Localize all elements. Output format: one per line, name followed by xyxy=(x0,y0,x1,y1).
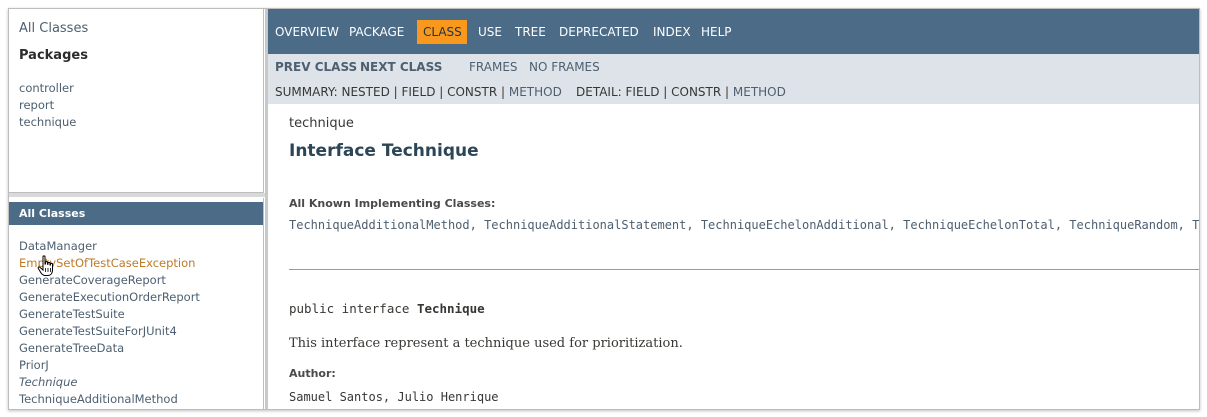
implementing-class-link[interactable]: TechniqueRandom xyxy=(1069,218,1177,232)
nav-package[interactable]: PACKAGE xyxy=(349,25,404,39)
nav-use[interactable]: USE xyxy=(478,25,502,39)
class-link[interactable]: GenerateExecutionOrderReport xyxy=(19,289,200,306)
all-classes-bar: All Classes xyxy=(9,202,263,225)
no-frames-link[interactable]: NO FRAMES xyxy=(529,60,600,74)
left-frames: All Classes Packages controller report t… xyxy=(9,9,265,409)
all-classes-link[interactable]: All Classes xyxy=(19,21,88,36)
class-content: technique Interface Technique All Known … xyxy=(268,104,1199,409)
top-navbar: OVERVIEW PACKAGE CLASS USE TREE DEPRECAT… xyxy=(268,9,1199,54)
implementing-class-link[interactable]: TechniqueEchelonTotal xyxy=(903,218,1055,232)
implementing-class-link[interactable]: TechniqueAdditionalStatement xyxy=(484,218,686,232)
nav-help[interactable]: HELP xyxy=(701,25,732,39)
summary-label: SUMMARY: NESTED | FIELD | CONSTR | xyxy=(275,85,509,99)
interface-declaration: public interface Technique xyxy=(289,301,485,316)
class-frame: OVERVIEW PACKAGE CLASS USE TREE DEPRECAT… xyxy=(268,9,1199,409)
separator: , xyxy=(469,218,485,232)
implementing-class-link[interactable]: TechniqueEchelonAdditional xyxy=(701,218,889,232)
all-classes-bar-title: All Classes xyxy=(19,207,86,220)
class-link[interactable]: DataManager xyxy=(19,238,200,255)
summary-method-link[interactable]: METHOD xyxy=(509,85,562,99)
implementing-classes-list: TechniqueAdditionalMethod, TechniqueAddi… xyxy=(289,216,1199,235)
implementing-classes-label: All Known Implementing Classes: xyxy=(289,197,496,210)
nav-class-label: CLASS xyxy=(423,25,462,39)
packages-frame[interactable]: All Classes Packages controller report t… xyxy=(9,9,264,193)
summary-line: SUMMARY: NESTED | FIELD | CONSTR | METHO… xyxy=(275,85,562,99)
browser-content: All Classes Packages controller report t… xyxy=(8,8,1200,410)
class-link[interactable]: GenerateTestSuiteForJUnit4 xyxy=(19,323,200,340)
author-label: Author: xyxy=(289,367,336,380)
implementing-class-link[interactable]: TechniqueTotalMethod xyxy=(1192,218,1199,232)
packages-heading: Packages xyxy=(19,48,88,63)
nav-deprecated[interactable]: DEPRECATED xyxy=(559,25,639,39)
class-link[interactable]: TechniqueAdditionalMethod xyxy=(19,391,200,408)
declaration-prefix: public interface xyxy=(289,301,417,316)
package-list: controller report technique xyxy=(19,80,76,131)
author-value: Samuel Santos, Julio Henrique xyxy=(289,390,499,404)
package-link-controller[interactable]: controller xyxy=(19,80,76,97)
nav-index[interactable]: INDEX xyxy=(653,25,691,39)
detail-method-link[interactable]: METHOD xyxy=(733,85,786,99)
declaration-name: Technique xyxy=(416,301,485,316)
classes-frame[interactable]: All Classes DataManager EmptySetOfTestCas… xyxy=(9,198,264,409)
separator: , xyxy=(686,218,701,232)
detail-line: DETAIL: FIELD | CONSTR | METHOD xyxy=(576,85,786,99)
hand-pointer-icon xyxy=(37,255,53,276)
separator: , xyxy=(1177,218,1193,232)
sub-navbar: PREV CLASS NEXT CLASS FRAMES NO FRAMES S… xyxy=(268,54,1199,104)
page-title: Interface Technique xyxy=(289,141,479,161)
class-link[interactable]: PriorJ xyxy=(19,357,200,374)
package-link-report[interactable]: report xyxy=(19,97,76,114)
separator: , xyxy=(1054,218,1070,232)
class-link[interactable]: GenerateTreeData xyxy=(19,340,200,357)
separator: , xyxy=(888,218,904,232)
detail-label: DETAIL: FIELD | CONSTR | xyxy=(576,85,733,99)
package-link-technique[interactable]: technique xyxy=(19,114,76,131)
implementing-class-link[interactable]: TechniqueAdditionalMethod xyxy=(289,218,470,232)
frames-link[interactable]: FRAMES xyxy=(469,60,518,74)
next-class-link[interactable]: NEXT CLASS xyxy=(360,60,442,74)
nav-class-active: CLASS xyxy=(417,20,467,44)
prev-class-link[interactable]: PREV CLASS xyxy=(275,60,357,74)
class-link[interactable]: Technique xyxy=(19,374,200,391)
divider xyxy=(289,269,1199,270)
nav-tree[interactable]: TREE xyxy=(515,25,546,39)
nav-overview[interactable]: OVERVIEW xyxy=(275,25,339,39)
package-name: technique xyxy=(289,116,354,131)
frame-splitter-horizontal[interactable] xyxy=(9,193,265,197)
class-link[interactable]: GenerateTestSuite xyxy=(19,306,200,323)
interface-description: This interface represent a technique use… xyxy=(289,336,683,351)
